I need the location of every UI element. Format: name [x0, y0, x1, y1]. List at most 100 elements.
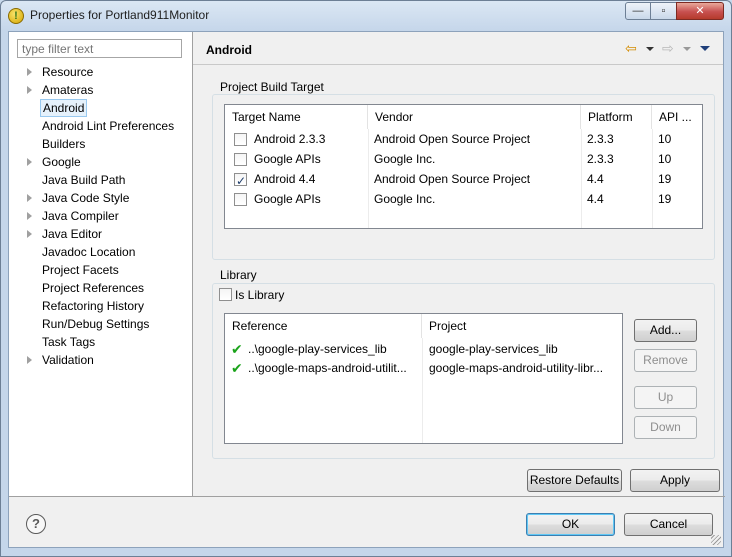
- remove-library-button[interactable]: Remove: [634, 349, 697, 372]
- tree-item-project-facets[interactable]: Project Facets: [9, 261, 192, 279]
- column-header[interactable]: Vendor: [368, 105, 581, 129]
- build-target-group-label: Project Build Target: [219, 80, 325, 94]
- target-api-cell: 10: [658, 152, 672, 166]
- minimize-button[interactable]: —: [625, 2, 651, 20]
- column-header[interactable]: Reference: [225, 314, 422, 338]
- expand-arrow-icon[interactable]: [27, 68, 32, 76]
- filter-input[interactable]: [17, 39, 182, 58]
- tree-item-label: Run/Debug Settings: [42, 317, 150, 331]
- back-history-chevron-down-icon[interactable]: [646, 47, 654, 51]
- target-api-cell: 19: [658, 172, 672, 186]
- ok-button[interactable]: OK: [526, 513, 615, 536]
- check-mark-icon: ✔: [231, 360, 243, 376]
- project-cell: google-play-services_lib: [429, 342, 558, 356]
- reference-cell: ..\google-play-services_lib: [248, 342, 387, 356]
- tree-item-java-code-style[interactable]: Java Code Style: [9, 189, 192, 207]
- target-checkbox[interactable]: [234, 133, 247, 146]
- tree-item-label: Android: [40, 99, 88, 117]
- forward-arrow-icon[interactable]: ⇨: [662, 40, 674, 56]
- apply-button[interactable]: Apply: [630, 469, 720, 492]
- tree-item-java-compiler[interactable]: Java Compiler: [9, 207, 192, 225]
- target-checkbox[interactable]: [234, 171, 247, 191]
- tree-item-label: Android Lint Preferences: [42, 119, 175, 133]
- tree-item-google[interactable]: Google: [9, 153, 192, 171]
- tree-item-label: Java Build Path: [42, 173, 126, 187]
- tree-item-task-tags[interactable]: Task Tags: [9, 333, 192, 351]
- tree-item-label: Validation: [42, 353, 94, 367]
- maximize-button[interactable]: ▫: [650, 2, 677, 20]
- restore-defaults-button[interactable]: Restore Defaults: [527, 469, 622, 492]
- tree-item-label: Project References: [42, 281, 145, 295]
- target-vendor-cell: Google Inc.: [374, 192, 436, 206]
- page-title: Android: [206, 43, 252, 57]
- table-row[interactable]: Google APIs Google Inc. 4.4 19: [225, 189, 702, 209]
- help-icon[interactable]: ?: [26, 514, 46, 534]
- table-row[interactable]: Android 2.3.3 Android Open Source Project…: [225, 129, 702, 149]
- tree-item-label: Google: [42, 155, 81, 169]
- tree-item-android[interactable]: Android: [9, 99, 192, 117]
- column-header[interactable]: Project: [422, 314, 622, 338]
- build-target-table[interactable]: Target Name Vendor Platform API ... Android …: [224, 104, 703, 229]
- tree-item-label: Javadoc Location: [42, 245, 136, 259]
- target-platform-cell: 2.3.3: [587, 152, 614, 166]
- table-row[interactable]: Android 4.4 Android Open Source Project 4.…: [225, 169, 702, 191]
- tree-item-amateras[interactable]: Amateras: [9, 81, 192, 99]
- add-library-button[interactable]: Add...: [634, 319, 697, 342]
- library-group-label: Library: [219, 268, 258, 282]
- expand-arrow-icon[interactable]: [27, 230, 32, 238]
- tree-item-java-build-path[interactable]: Java Build Path: [9, 171, 192, 189]
- move-up-button[interactable]: Up: [634, 386, 697, 409]
- app-icon: !: [8, 8, 24, 24]
- tree-item-project-references[interactable]: Project References: [9, 279, 192, 297]
- table-row[interactable]: ✔ ..\google-maps-android-utilit... google-…: [225, 358, 622, 378]
- target-platform-cell: 4.4: [587, 192, 604, 206]
- cancel-button[interactable]: Cancel: [624, 513, 713, 536]
- target-name-cell: Android 2.3.3: [254, 132, 326, 146]
- column-header[interactable]: Target Name: [225, 105, 368, 129]
- tree-item-resource[interactable]: Resource: [9, 63, 192, 81]
- expand-arrow-icon[interactable]: [27, 194, 32, 202]
- property-page: Android ⇦ ⇨ Project Build Target Target …: [193, 32, 723, 496]
- target-vendor-cell: Android Open Source Project: [374, 172, 531, 186]
- column-header[interactable]: Platform: [581, 105, 652, 129]
- tree-item-javadoc-location[interactable]: Javadoc Location: [9, 243, 192, 261]
- target-vendor-cell: Android Open Source Project: [374, 132, 531, 146]
- header-separator: [193, 64, 723, 65]
- project-cell: google-maps-android-utility-libr...: [429, 361, 604, 375]
- move-down-button[interactable]: Down: [634, 416, 697, 439]
- tree-item-label: Project Facets: [42, 263, 119, 277]
- target-name-cell: Android 4.4: [254, 172, 316, 186]
- tree-item-label: Java Editor: [42, 227, 103, 241]
- target-platform-cell: 4.4: [587, 172, 604, 186]
- tree-item-java-editor[interactable]: Java Editor: [9, 225, 192, 243]
- tree-item-android-lint-preferences[interactable]: Android Lint Preferences: [9, 117, 192, 135]
- view-menu-chevron-down-icon[interactable]: [700, 46, 710, 51]
- target-checkbox[interactable]: [234, 153, 247, 166]
- expand-arrow-icon[interactable]: [27, 86, 32, 94]
- back-arrow-icon[interactable]: ⇦: [625, 40, 637, 56]
- expand-arrow-icon[interactable]: [27, 158, 32, 166]
- is-library-checkbox[interactable]: [219, 288, 232, 301]
- table-row[interactable]: ✔ ..\google-play-services_lib google-play-…: [225, 339, 622, 359]
- tree-item-label: Refactoring History: [42, 299, 145, 313]
- check-mark-icon: ✔: [231, 341, 243, 357]
- tree-item-label: Builders: [42, 137, 86, 151]
- library-reference-table[interactable]: Reference Project ✔ ..\google-play-services…: [224, 313, 623, 444]
- tree-item-refactoring-history[interactable]: Refactoring History: [9, 297, 192, 315]
- tree-item-builders[interactable]: Builders: [9, 135, 192, 153]
- expand-arrow-icon[interactable]: [27, 356, 32, 364]
- title-bar[interactable]: ! Properties for Portland911Monitor — ▫ …: [1, 1, 731, 31]
- resize-grip[interactable]: [711, 535, 721, 545]
- tree-item-run-debug-settings[interactable]: Run/Debug Settings: [9, 315, 192, 333]
- target-platform-cell: 2.3.3: [587, 132, 614, 146]
- footer-separator: [9, 496, 725, 497]
- close-button[interactable]: ✕: [676, 2, 724, 20]
- forward-history-chevron-down-icon[interactable]: [683, 47, 691, 51]
- target-name-cell: Google APIs: [254, 192, 321, 206]
- expand-arrow-icon[interactable]: [27, 212, 32, 220]
- column-header[interactable]: API ...: [652, 105, 702, 129]
- tree-item-validation[interactable]: Validation: [9, 351, 192, 369]
- table-row[interactable]: Google APIs Google Inc. 2.3.3 10: [225, 149, 702, 169]
- target-checkbox[interactable]: [234, 193, 247, 206]
- target-name-cell: Google APIs: [254, 152, 321, 166]
